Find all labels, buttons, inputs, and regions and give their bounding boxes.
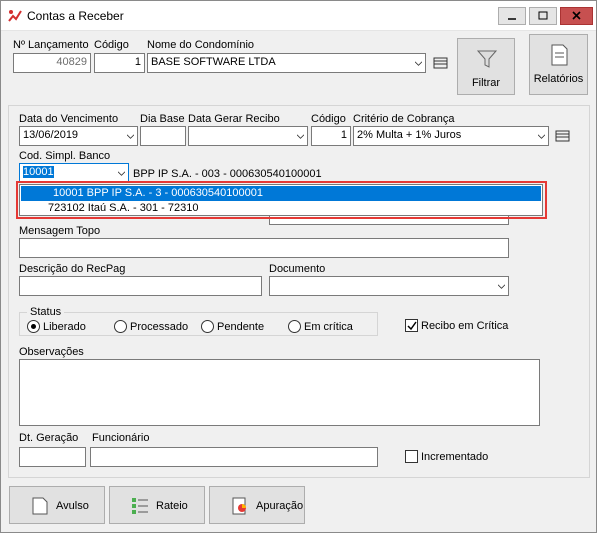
banco-select[interactable]: 10001 xyxy=(19,163,129,183)
documento-select[interactable] xyxy=(269,276,509,296)
status-option-label: Pendente xyxy=(217,321,265,333)
banco-description: BPP IP S.A. - 003 - 000630540100001 xyxy=(133,168,322,180)
lancamento-label: Nº Lançamento xyxy=(13,39,89,51)
status-label: Status xyxy=(27,306,65,318)
chevron-down-icon xyxy=(118,171,125,176)
status-option-label: Em crítica xyxy=(304,321,353,333)
chevron-down-icon xyxy=(415,61,422,66)
contas-a-receber-window: Contas a Receber Nº Lançamento 40829 Cód… xyxy=(0,0,597,533)
gerar-recibo-datepicker[interactable] xyxy=(188,126,308,146)
codigo-field[interactable]: 1 xyxy=(94,53,145,73)
condominio-select[interactable]: BASE SOFTWARE LTDA xyxy=(147,53,426,73)
relatorios-button[interactable]: Relatórios xyxy=(529,34,588,95)
recibo-critica-checkbox[interactable] xyxy=(405,319,418,332)
avulso-label: Avulso xyxy=(56,500,89,512)
status-radio-processado[interactable] xyxy=(114,320,127,333)
window-title: Contas a Receber xyxy=(27,9,124,23)
status-option-label: Liberado xyxy=(43,321,86,333)
dia-base-label: Dia Base xyxy=(140,113,185,125)
rateio-button[interactable]: Rateio xyxy=(109,486,205,524)
avulso-button[interactable]: Avulso xyxy=(9,486,105,524)
report-icon xyxy=(551,44,568,66)
table-lookup-icon xyxy=(555,130,570,142)
criterio-value: 2% Multa + 1% Juros xyxy=(357,129,462,141)
close-button[interactable] xyxy=(560,7,593,25)
criterio-select[interactable]: 2% Multa + 1% Juros xyxy=(353,126,549,146)
condominio-label: Nome do Condomínio xyxy=(147,39,255,51)
mensagem-label: Mensagem Topo xyxy=(19,225,101,237)
filtrar-label: Filtrar xyxy=(471,77,501,89)
rateio-label: Rateio xyxy=(156,500,188,512)
dia-base-field[interactable] xyxy=(140,126,186,146)
vencimento-value: 13/06/2019 xyxy=(23,129,79,141)
chevron-down-icon xyxy=(127,134,134,139)
status-radio-pendente[interactable] xyxy=(201,320,214,333)
mensagem-field[interactable] xyxy=(19,238,509,258)
criterio-lookup-button[interactable] xyxy=(552,126,574,146)
highlight-frame xyxy=(16,181,547,219)
status-option-label: Processado xyxy=(130,321,189,333)
codigo2-label: Código xyxy=(311,113,346,125)
filtrar-button[interactable]: Filtrar xyxy=(457,38,515,95)
criterio-label: Critério de Cobrança xyxy=(353,113,455,125)
title-bar: Contas a Receber xyxy=(1,1,596,31)
dt-geracao-label: Dt. Geração xyxy=(19,432,79,444)
funcionario-label: Funcionário xyxy=(92,432,150,444)
banco-value: 10001 xyxy=(23,166,54,178)
list-split-icon xyxy=(132,498,148,514)
funcionario-field[interactable] xyxy=(90,447,378,467)
filter-icon xyxy=(476,50,498,68)
chevron-down-icon xyxy=(538,134,545,139)
status-radio-liberado[interactable] xyxy=(27,320,40,333)
lancamento-field[interactable]: 40829 xyxy=(13,53,91,73)
table-lookup-icon xyxy=(433,57,448,69)
status-radio-em-critica[interactable] xyxy=(288,320,301,333)
relatorios-label: Relatórios xyxy=(533,73,584,85)
recibo-critica-label: Recibo em Crítica xyxy=(421,320,509,332)
codigo2-field[interactable]: 1 xyxy=(311,126,351,146)
vencimento-datepicker[interactable]: 13/06/2019 xyxy=(19,126,138,146)
checkmark-icon xyxy=(407,321,417,331)
incrementado-checkbox[interactable] xyxy=(405,450,418,463)
maximize-icon xyxy=(538,11,548,20)
vencimento-label: Data do Vencimento xyxy=(19,113,119,125)
dt-geracao-field[interactable] xyxy=(19,447,86,467)
maximize-button[interactable] xyxy=(529,7,557,25)
apuracao-button[interactable]: Apuração xyxy=(209,486,305,524)
condominio-lookup-button[interactable] xyxy=(430,53,452,73)
chevron-down-icon xyxy=(297,134,304,139)
observacoes-textarea[interactable] xyxy=(19,359,540,426)
incrementado-label: Incrementado xyxy=(421,451,489,463)
chevron-down-icon xyxy=(498,284,505,289)
minimize-button[interactable] xyxy=(498,7,526,25)
apuracao-label: Apuração xyxy=(256,500,304,512)
condominio-value: BASE SOFTWARE LTDA xyxy=(151,56,276,68)
close-icon xyxy=(572,11,581,20)
descricao-label: Descrição do RecPag xyxy=(19,263,126,275)
document-icon xyxy=(32,497,48,515)
app-icon xyxy=(8,10,22,22)
observacoes-label: Observações xyxy=(19,346,84,358)
banco-label: Cod. Simpl. Banco xyxy=(19,150,111,162)
codigo-label: Código xyxy=(94,39,129,51)
descricao-field[interactable] xyxy=(19,276,262,296)
minimize-icon xyxy=(508,18,516,20)
calculation-icon xyxy=(232,497,246,515)
gerar-recibo-label: Data Gerar Recibo xyxy=(188,113,280,125)
documento-label: Documento xyxy=(269,263,326,275)
